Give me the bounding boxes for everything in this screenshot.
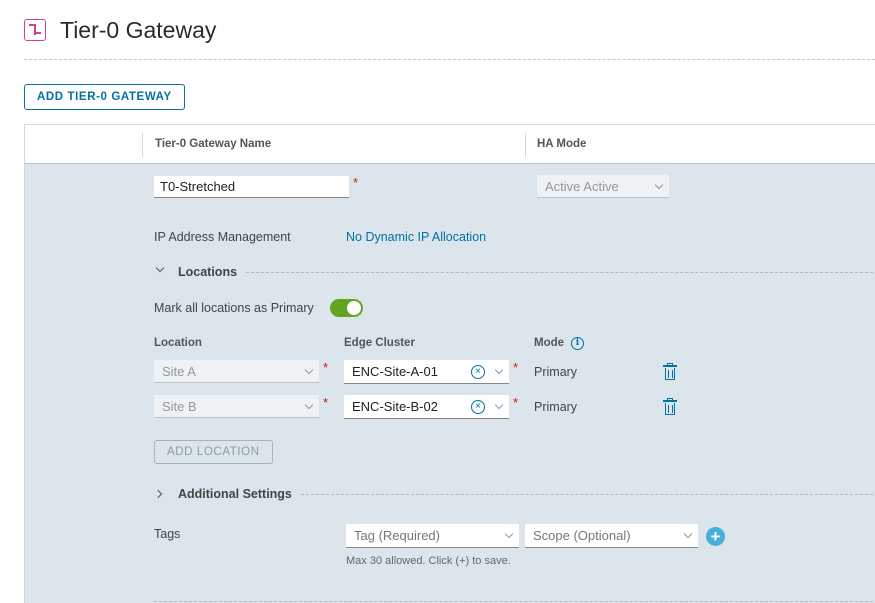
edge-cluster-value: ENC-Site-A-01 <box>352 364 438 379</box>
chevron-down-icon <box>494 365 504 375</box>
mark-primary-label: Mark all locations as Primary <box>154 301 314 315</box>
add-tier0-gateway-button[interactable]: ADD TIER-0 GATEWAY <box>24 84 185 110</box>
tags-hint: Max 30 allowed. Click (+) to save. <box>346 555 511 567</box>
chevron-down-icon <box>494 400 504 410</box>
section-divider <box>301 494 875 495</box>
scope-input[interactable]: Scope (Optional) <box>525 524 698 548</box>
required-mark: * <box>513 360 519 375</box>
tags-label: Tags <box>154 527 181 541</box>
column-separator <box>142 133 143 157</box>
location-select[interactable]: Site A <box>154 360 319 383</box>
tag-placeholder: Tag (Required) <box>354 528 440 543</box>
locations-section-title[interactable]: Locations <box>178 265 237 279</box>
location-value: Site A <box>162 363 196 379</box>
page-header: Tier-0 Gateway <box>24 14 216 46</box>
page-title: Tier-0 Gateway <box>60 16 217 43</box>
mode-value: Primary <box>534 400 578 414</box>
clear-icon[interactable]: × <box>471 400 485 414</box>
chevron-down-icon <box>304 400 314 410</box>
mark-primary-toggle[interactable] <box>330 299 363 317</box>
tag-input[interactable]: Tag (Required) <box>346 524 519 548</box>
column-separator <box>525 133 526 157</box>
edge-cluster-value: ENC-Site-B-02 <box>352 399 438 414</box>
scope-placeholder: Scope (Optional) <box>533 528 631 543</box>
location-select[interactable]: Site B <box>154 395 319 418</box>
ha-mode-value: Active Active <box>545 178 619 194</box>
locations-collapse-icon[interactable] <box>155 263 165 273</box>
section-divider <box>154 601 875 602</box>
edge-cluster-column-header: Edge Cluster <box>344 337 415 349</box>
section-divider <box>246 272 875 273</box>
chevron-down-icon <box>504 529 514 539</box>
info-icon[interactable]: i <box>571 337 584 350</box>
delete-location-icon[interactable] <box>663 398 677 415</box>
chevron-down-icon <box>683 529 693 539</box>
required-mark: * <box>513 395 519 410</box>
delete-location-icon[interactable] <box>663 363 677 380</box>
gateway-grid: Tier-0 Gateway Name HA Mode * Active Act… <box>24 124 875 603</box>
ip-management-link[interactable]: No Dynamic IP Allocation <box>346 230 486 244</box>
grid-header: Tier-0 Gateway Name HA Mode <box>25 125 875 164</box>
gateway-name-input[interactable] <box>154 176 349 198</box>
expanded-row-form: * Active Active IP Address Management No… <box>25 164 875 603</box>
ip-management-label: IP Address Management <box>154 230 291 244</box>
additional-settings-expand-icon[interactable] <box>153 489 163 499</box>
edge-cluster-select[interactable]: ENC-Site-B-02 × <box>344 395 509 419</box>
column-header-ha-mode[interactable]: HA Mode <box>537 138 586 150</box>
ha-mode-select[interactable]: Active Active <box>537 175 669 198</box>
location-value: Site B <box>162 398 197 414</box>
header-divider <box>24 59 875 60</box>
column-header-name[interactable]: Tier-0 Gateway Name <box>155 138 271 150</box>
location-column-header: Location <box>154 337 202 349</box>
mode-value: Primary <box>534 365 578 379</box>
required-mark: * <box>323 360 329 375</box>
clear-icon[interactable]: × <box>471 365 485 379</box>
add-tag-icon[interactable]: + <box>706 527 725 546</box>
chevron-down-icon <box>654 180 664 190</box>
add-location-button[interactable]: ADD LOCATION <box>154 440 273 464</box>
chevron-down-icon <box>304 365 314 375</box>
gateway-icon <box>24 19 46 41</box>
mode-column-header: Mode <box>534 337 565 349</box>
required-mark: * <box>323 395 329 410</box>
required-mark: * <box>353 175 359 190</box>
edge-cluster-select[interactable]: ENC-Site-A-01 × <box>344 360 509 384</box>
additional-settings-title[interactable]: Additional Settings <box>178 487 292 501</box>
